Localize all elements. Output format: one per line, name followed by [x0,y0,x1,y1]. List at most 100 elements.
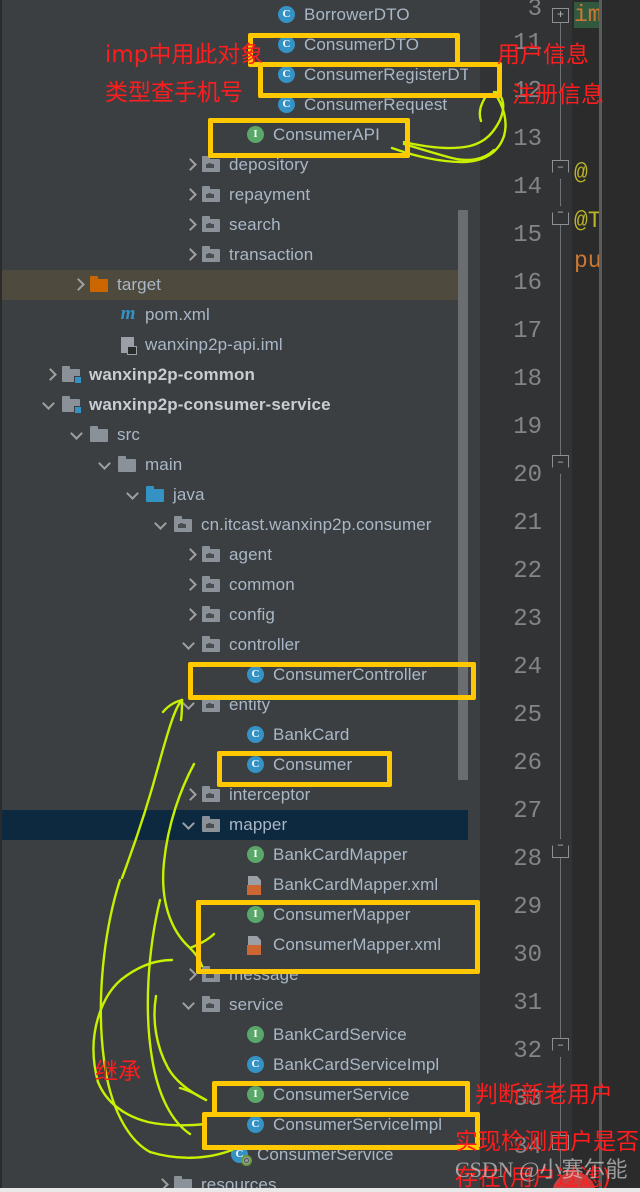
tree-row[interactable]: ConsumerService [2,1140,480,1170]
tree-row[interactable]: repayment [2,180,480,210]
chevron-right-icon[interactable] [70,277,86,293]
chevron-down-icon[interactable] [182,637,198,653]
tree-scrollbar-thumb[interactable] [458,210,468,780]
line-number: 23 [513,606,542,633]
tree-row[interactable]: depository [2,150,480,180]
chevron-down-icon[interactable] [42,397,58,413]
tree-row[interactable]: ConsumerMapper.xml [2,930,480,960]
tree-row[interactable]: BankCard [2,720,480,750]
tree-row[interactable]: BorrowerDTO [2,0,480,30]
package-folder-icon [202,996,222,1014]
tree-row[interactable]: search [2,210,480,240]
line-number: 30 [513,942,542,969]
chevron-down-icon[interactable] [182,997,198,1013]
tree-row[interactable]: ConsumerServiceImpl [2,1110,480,1140]
chevron-right-icon[interactable] [182,187,198,203]
tree-row[interactable]: wanxinp2p-api.iml [2,330,480,360]
tree-row[interactable]: BankCardService [2,1020,480,1050]
fold-expand-icon[interactable]: + [552,8,569,23]
tree-row[interactable]: src [2,420,480,450]
tree-row[interactable]: java [2,480,480,510]
fold-collapse-icon-4[interactable]: – [552,838,569,858]
no-chevron [226,757,242,773]
tree-row[interactable]: ConsumerMapper [2,900,480,930]
line-number: 16 [513,270,542,297]
fold-collapse-icon-3[interactable]: – [552,455,569,475]
tree-row[interactable]: cn.itcast.wanxinp2p.consumer [2,510,480,540]
chevron-right-icon[interactable] [42,367,58,383]
code-text-area[interactable]: im @ @T pu [572,0,640,1192]
fold-collapse-icon-1[interactable]: – [552,160,569,180]
xml-file-icon [246,876,266,895]
editor-panel[interactable]: 3 11 12 13 14 15 16 17 18 19 20 21 22 23 24 25 26 27 28 29 3… [480,0,640,1192]
editor-scrollbar[interactable] [599,0,602,1192]
chevron-right-icon[interactable] [182,157,198,173]
tree-row[interactable]: common [2,570,480,600]
tree-row[interactable]: transaction [2,240,480,270]
tree-row-label: BankCard [273,725,350,744]
tree-row[interactable]: wanxinp2p-common [2,360,480,390]
tree-row-label: wanxinp2p-api.iml [145,335,283,354]
package-folder-icon [202,156,222,174]
tree-row[interactable]: entity [2,690,480,720]
note-user-info: 用户信息 [497,42,589,68]
tree-row[interactable]: message [2,960,480,990]
tree-row[interactable]: Consumer [2,750,480,780]
project-tool-window[interactable]: BorrowerDTO ConsumerDTO ConsumerRegisterDT… [0,0,480,1192]
tree-row-label: ConsumerController [273,665,427,684]
chevron-right-icon[interactable] [182,547,198,563]
no-chevron [226,907,242,923]
tree-row[interactable]: target [2,270,480,300]
chevron-right-icon[interactable] [182,787,198,803]
tree-row[interactable]: main [2,450,480,480]
tree-row[interactable]: controller [2,630,480,660]
tree-row-label: java [173,485,205,504]
package-folder-icon [202,786,222,804]
tree-row[interactable]: mapper [2,810,480,840]
no-chevron [98,337,114,353]
chevron-right-icon[interactable] [182,577,198,593]
chevron-right-icon[interactable] [182,247,198,263]
tree-row[interactable]: wanxinp2p-consumer-service [2,390,480,420]
source-folder-icon [146,486,166,504]
tree-row-label: BankCardMapper.xml [273,875,439,894]
line-number: 20 [513,462,542,489]
chevron-down-icon[interactable] [182,697,198,713]
class-icon [246,726,266,744]
chevron-down-icon[interactable] [98,457,114,473]
chevron-down-icon[interactable] [182,817,198,833]
tree-row[interactable]: BankCardServiceImpl [2,1050,480,1080]
tree-row-label: config [229,605,275,624]
line-number: 29 [513,894,542,921]
tree-row[interactable]: pom.xml [2,300,480,330]
chevron-right-icon[interactable] [182,967,198,983]
xml-file-icon [246,936,266,955]
tree-row[interactable]: service [2,990,480,1020]
tree-row[interactable]: interceptor [2,780,480,810]
package-folder-icon [202,246,222,264]
tree-row[interactable]: BankCardMapper.xml [2,870,480,900]
tree-row[interactable]: ConsumerService [2,1080,480,1110]
tree-scrollbar[interactable] [458,0,468,1192]
tree-row[interactable]: ConsumerAPI [2,120,480,150]
chevron-right-icon[interactable] [182,607,198,623]
project-tree[interactable]: BorrowerDTO ConsumerDTO ConsumerRegisterDT… [2,0,480,1192]
chevron-down-icon[interactable] [70,427,86,443]
tree-row[interactable]: agent [2,540,480,570]
tree-row[interactable]: config [2,600,480,630]
fold-collapse-icon-5[interactable]: – [552,1038,569,1058]
fold-collapse-icon-2[interactable]: – [552,205,569,225]
package-folder-icon [202,696,222,714]
tree-row[interactable]: BankCardMapper [2,840,480,870]
chevron-down-icon[interactable] [154,517,170,533]
editor-line-number-gutter: 3 11 12 13 14 15 16 17 18 19 20 21 22 23 24 25 26 27 28 29 3… [480,0,550,1192]
line-number: 22 [513,558,542,585]
tree-row[interactable]: ConsumerController [2,660,480,690]
code-folding-strip[interactable]: + – – – – – [550,0,572,1192]
tree-row-label: wanxinp2p-common [89,365,255,384]
note-imp-object: imp中用此对象 [105,42,264,68]
chevron-down-icon[interactable] [126,487,142,503]
chevron-right-icon[interactable] [182,217,198,233]
class-icon [246,666,266,684]
package-folder-icon [202,576,222,594]
